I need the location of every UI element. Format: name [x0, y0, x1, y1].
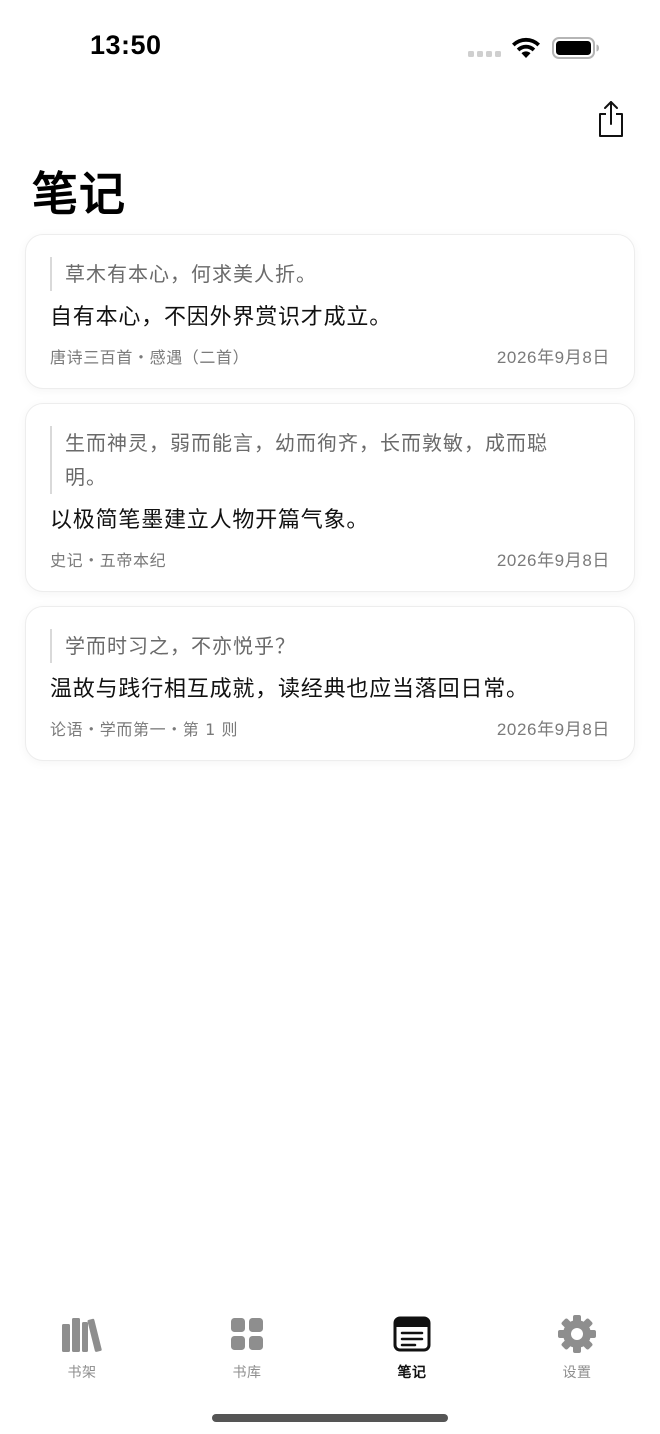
note-quote: 学而时习之，不亦悦乎？	[50, 629, 610, 663]
status-bar: 13:50	[0, 0, 660, 96]
note-source: 论语・学而第一・第 1 则	[50, 719, 239, 739]
note-card[interactable]: 学而时习之，不亦悦乎？ 温故与践行相互成就，读经典也应当落回日常。 论语・学而第…	[25, 606, 635, 761]
note-date: 2026年9月8日	[496, 348, 610, 367]
tab-settings[interactable]: 设置	[527, 1312, 627, 1388]
notes-list: 草木有本心，何求美人折。 自有本心，不因外界赏识才成立。 唐诗三百首・感遇（二首…	[25, 234, 635, 775]
cellular-signal-icon	[468, 51, 501, 57]
tab-bar: 书架 书库 笔记 设置	[0, 1312, 660, 1392]
note-card[interactable]: 草木有本心，何求美人折。 自有本心，不因外界赏识才成立。 唐诗三百首・感遇（二首…	[25, 234, 635, 389]
tab-label: 书库	[232, 1365, 262, 1381]
note-meta: 论语・学而第一・第 1 则 2026年9月8日	[50, 715, 610, 740]
note-text: 以极简笔墨建立人物开篇气象。	[50, 508, 370, 533]
tab-library[interactable]: 书库	[197, 1312, 297, 1388]
gear-icon	[558, 1315, 596, 1353]
notes-icon	[393, 1316, 431, 1352]
share-button[interactable]	[592, 98, 630, 140]
notes-screen: 13:50 笔记 草木有本心，何求美人折。 自有本心，不因外界赏识才成立。 唐诗…	[0, 0, 660, 1434]
battery-icon	[552, 37, 599, 59]
bookshelf-icon	[62, 1318, 102, 1352]
note-quote: 草木有本心，何求美人折。	[50, 257, 610, 291]
note-source: 唐诗三百首・感遇（二首）	[50, 347, 250, 367]
tab-label: 笔记	[397, 1365, 427, 1381]
wifi-icon	[512, 37, 540, 58]
note-text: 自有本心，不因外界赏识才成立。	[50, 305, 393, 330]
note-date: 2026年9月8日	[496, 720, 610, 739]
tab-label: 设置	[562, 1365, 592, 1381]
grid-icon	[231, 1318, 263, 1350]
note-source: 史记・五帝本纪	[50, 550, 167, 570]
note-quote: 生而神灵，弱而能言，幼而徇齐，长而敦敏，成而聪明。	[50, 426, 610, 494]
note-card[interactable]: 生而神灵，弱而能言，幼而徇齐，长而敦敏，成而聪明。 以极简笔墨建立人物开篇气象。…	[25, 403, 635, 592]
page-title: 笔记	[32, 167, 126, 221]
tab-notes[interactable]: 笔记	[362, 1312, 462, 1388]
tab-label: 书架	[67, 1365, 97, 1381]
share-icon	[599, 101, 623, 137]
status-time: 13:50	[90, 30, 162, 60]
note-text: 温故与践行相互成就，读经典也应当落回日常。	[50, 677, 529, 702]
note-meta: 史记・五帝本纪 2026年9月8日	[50, 546, 610, 571]
home-indicator	[212, 1414, 448, 1422]
tab-bookshelf[interactable]: 书架	[32, 1312, 132, 1388]
note-meta: 唐诗三百首・感遇（二首） 2026年9月8日	[50, 343, 610, 368]
note-date: 2026年9月8日	[496, 551, 610, 570]
